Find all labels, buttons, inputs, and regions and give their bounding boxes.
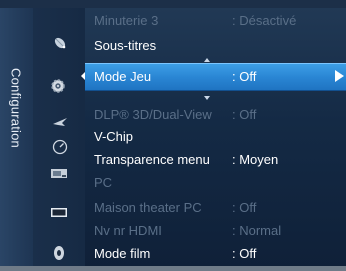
menu-item-mode-film[interactable]: Mode film : Off — [85, 243, 346, 265]
dial-icon[interactable] — [51, 138, 69, 156]
tv-icon[interactable] — [50, 165, 68, 183]
menu-item-label: Maison theater PC — [94, 200, 202, 215]
icon-column — [33, 8, 85, 266]
menu-item-transparence-menu[interactable]: Transparence menu : Moyen — [85, 149, 346, 171]
menu-item-minuterie-3[interactable]: Minuterie 3 : Désactivé — [85, 10, 346, 32]
menu-item-sous-titres[interactable]: Sous-titres — [85, 35, 346, 57]
menu-item-value: : Off — [232, 246, 257, 261]
menu-item-label: PC — [94, 175, 113, 190]
menu-item-mode-jeu[interactable]: Mode Jeu : Off — [81, 63, 346, 91]
menu-item-label: Transparence menu — [94, 152, 210, 167]
disc-icon[interactable] — [50, 244, 68, 262]
menu-item-label: Minuterie 3 — [94, 13, 159, 28]
menu-item-value: : Off — [232, 107, 257, 122]
bird-icon[interactable] — [51, 113, 69, 131]
menu-item-v-chip[interactable]: V-Chip — [85, 126, 346, 148]
menu-item-label: V-Chip — [94, 129, 134, 144]
scroll-up-arrow-icon[interactable] — [204, 58, 210, 62]
selection-left-marker-icon — [81, 72, 85, 80]
menu-item-label: Mode film — [94, 246, 151, 261]
menu-item-label: DLP® 3D/Dual-View — [94, 107, 212, 122]
menu-item-label: Nv nr HDMI — [94, 223, 162, 238]
menu-item-value: : Désactivé — [232, 13, 297, 28]
menu-item-value: : Off — [232, 200, 257, 215]
tv-menu-screen: Configuration Minuterie 3: Désactivé So… — [0, 0, 346, 271]
right-arrow-icon[interactable] — [335, 70, 344, 82]
menu-item-nv-nr-hdmi[interactable]: Nv nr HDMI : Normal — [85, 220, 346, 242]
menu-item-value: : Off — [232, 69, 257, 84]
settings-menu: Minuterie 3 : Désactivé Sous-titres Mode… — [81, 0, 346, 266]
menu-item-maison-theater-pc[interactable]: Maison theater PC : Off — [85, 197, 346, 219]
category-title: Configuration — [8, 68, 24, 148]
menu-item-label: Mode Jeu — [94, 69, 152, 84]
category-tab[interactable]: Configuration — [0, 8, 34, 266]
menu-item-dlp-3d-dual-view[interactable]: DLP® 3D/Dual-View : Off — [85, 104, 346, 126]
menu-item-pc[interactable]: PC — [85, 172, 346, 194]
bottom-frame — [0, 266, 346, 271]
menu-item-value: : Normal — [232, 223, 282, 238]
tv-icon[interactable] — [50, 203, 68, 221]
menu-item-value: : Moyen — [232, 152, 279, 167]
gear-icon[interactable] — [49, 77, 67, 95]
menu-item-label: Sous-titres — [94, 38, 157, 53]
scroll-down-arrow-icon[interactable] — [204, 96, 210, 100]
satellite-dish-icon[interactable] — [51, 34, 69, 52]
